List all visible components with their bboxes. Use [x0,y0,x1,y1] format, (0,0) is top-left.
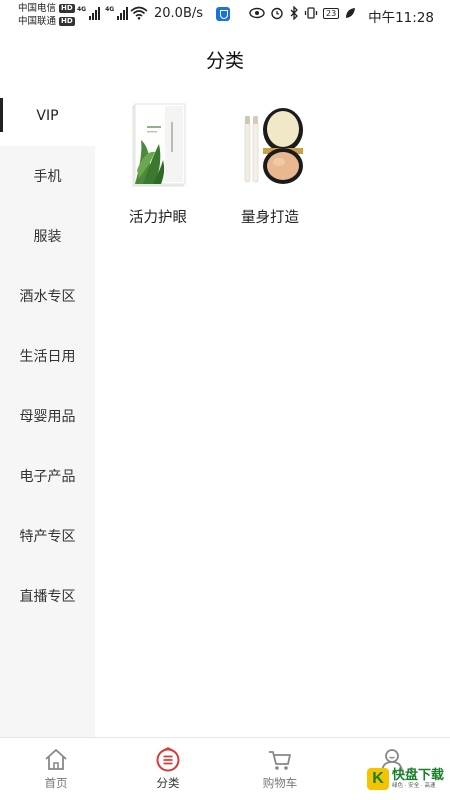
cart-icon [269,751,291,770]
sidebar-item-specialty[interactable]: 特产专区 [0,506,95,566]
bluetooth-icon [290,6,298,20]
category-sidebar: VIP 手机 服装 酒水专区 生活日用 母婴用品 电子产品 特产专区 直播专区 [0,86,95,737]
tab-cart[interactable]: 购物车 [224,738,336,800]
vibrate-icon [304,7,318,19]
tab-label: 分类 [156,776,180,790]
subcategory-label: 量身打造 [241,210,299,226]
hd-badge: HD [59,17,75,26]
subcategory-item[interactable]: 活力护眼 [105,100,211,227]
watermark-logo: K 快盘下载 绿色 · 安全 · 高速 [366,768,444,790]
network-type-label: 4G [105,6,115,13]
wifi-icon [130,6,148,20]
carrier1-label: 中国电信 [18,3,57,14]
signal-icon [89,6,101,20]
sidebar-item-electronics[interactable]: 电子产品 [0,446,95,506]
sidebar-item-daily-goods[interactable]: 生活日用 [0,326,95,386]
network-speed: 20.0B/s [154,6,204,21]
tab-category[interactable]: 分类 [112,738,224,800]
watermark-sub: 绿色 · 安全 · 高速 [391,782,436,789]
page-header: 分类 [0,32,450,86]
cushion-compact-product-image [244,108,303,184]
carrier-info: 中国电信 HD 中国联通 HD [18,2,75,28]
sidebar-item-label: 直播专区 [19,589,76,605]
subcategory-label: 活力护眼 [129,210,187,226]
tab-label: 购物车 [262,776,298,790]
sidebar-item-drinks[interactable]: 酒水专区 [0,266,95,326]
subcategory-grid: 活力护眼 量身打造 [95,86,450,227]
sidebar-item-label: 生活日用 [19,349,76,365]
eye-icon [249,7,265,19]
eye-mask-product-image [132,103,186,187]
watermark-main: 快盘下载 [391,767,444,783]
sidebar-item-baby[interactable]: 母婴用品 [0,386,95,446]
signal-icons: 4G 4G [77,6,129,20]
sidebar-item-label: 服装 [33,229,62,245]
sidebar-item-label: 母婴用品 [19,409,76,425]
sidebar-item-label: 特产专区 [19,529,76,545]
category-content: 活力护眼 量身打造 [95,86,450,737]
security-app-icon [216,7,230,21]
hd-badge: HD [59,4,75,13]
alarm-icon [271,7,283,20]
home-icon [45,749,67,770]
sidebar-item-phones[interactable]: 手机 [0,146,95,206]
system-icons: 23 [249,6,356,20]
watermark-badge: K [366,768,389,790]
sidebar-item-label: VIP [36,108,59,124]
tab-home[interactable]: 首页 [0,738,112,800]
tab-label: 首页 [44,776,68,790]
sidebar-item-label: 酒水专区 [19,289,76,305]
leaf-icon [346,8,356,18]
category-icon [156,747,180,772]
status-bar: 中国电信 HD 中国联通 HD 4G 4G 20.0B/s 23 中午11:28 [0,0,450,32]
sidebar-item-label: 手机 [33,169,62,185]
sidebar-item-vip[interactable]: VIP [0,86,95,146]
signal-icon [117,6,129,20]
network-type-label: 4G [77,6,87,13]
page-title: 分类 [205,50,244,72]
carrier2-label: 中国联通 [18,16,57,27]
clock: 中午11:28 [368,10,434,26]
sidebar-item-clothing[interactable]: 服装 [0,206,95,266]
sidebar-item-livestream[interactable]: 直播专区 [0,566,95,626]
watermark-text: 快盘下载 绿色 · 安全 · 高速 [392,769,444,790]
sidebar-item-label: 电子产品 [19,469,76,485]
battery-icon: 23 [323,7,340,19]
subcategory-item[interactable]: 量身打造 [217,100,323,227]
